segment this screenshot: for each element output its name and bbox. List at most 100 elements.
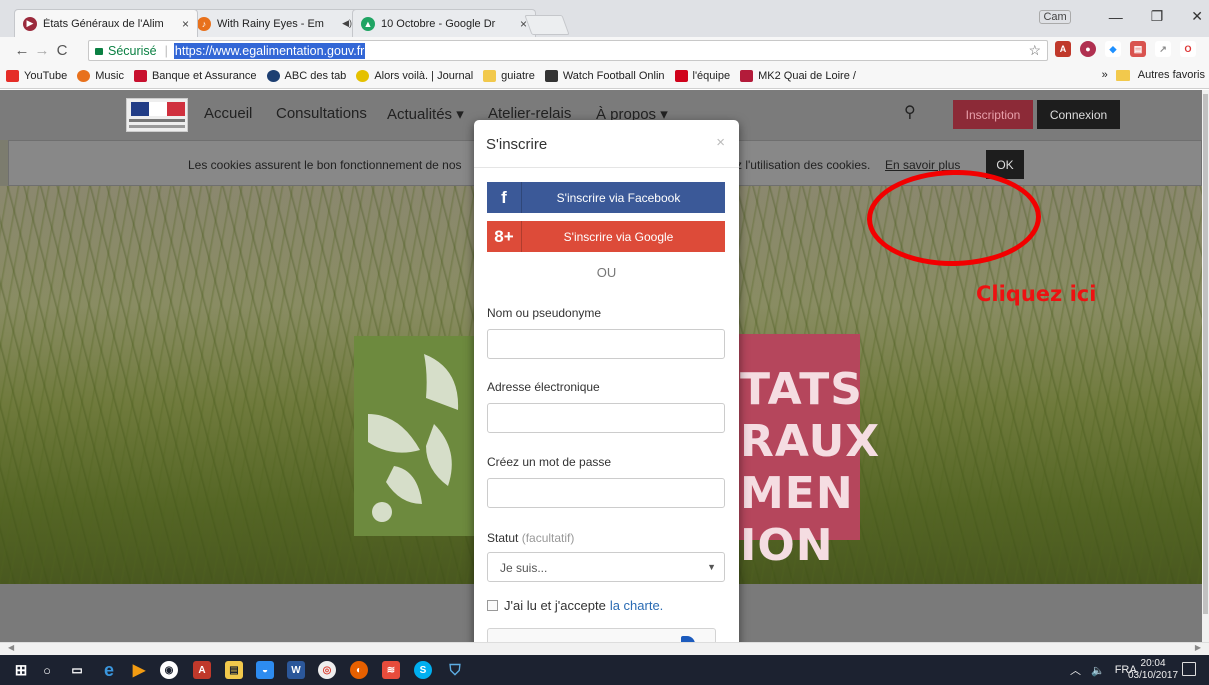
bookmark-mk2[interactable]: MK2 Quai de Loire / [740, 70, 856, 82]
url-text[interactable]: https://www.egalimentation.gouv.fr [173, 42, 366, 59]
droplet-icon[interactable]: ◆ [1105, 41, 1121, 57]
nav-accueil[interactable]: Accueil [204, 105, 252, 122]
status-optional: (facultatif) [521, 531, 575, 545]
reload-icon[interactable]: C [52, 42, 72, 59]
restore-icon[interactable]: ❐ [1151, 8, 1164, 25]
clock-date: 03/10/2017 [1128, 670, 1179, 681]
back-icon[interactable]: ← [12, 42, 32, 59]
tab-title: 10 Octobre - Google Dr [381, 17, 496, 30]
bookmark-alors-voila[interactable]: Alors voilà. | Journal [356, 70, 473, 82]
terms-text: J'ai lu et j'accepte [504, 598, 606, 613]
tab-egalimentation[interactable]: ▶ États Généraux de l'Alim × [14, 9, 198, 37]
chevron-up-icon[interactable]: ︿ [1070, 662, 1081, 678]
clock[interactable]: 20:04 03/10/2017 [1128, 658, 1178, 682]
cookie-text: Les cookies assurent le bon fonctionneme… [188, 158, 462, 172]
scroll-left-icon[interactable]: ◀ [8, 643, 14, 652]
forward-icon[interactable]: → [32, 42, 52, 59]
extension-badge-icon[interactable]: ▤ [1130, 41, 1146, 57]
charte-link[interactable]: la charte. [610, 598, 663, 613]
bookmark-music[interactable]: Music [77, 70, 124, 82]
password-input[interactable] [487, 478, 725, 508]
acrobat-icon[interactable]: A [193, 661, 211, 679]
tab-google-drive[interactable]: ▲ 10 Octobre - Google Dr × [352, 9, 536, 37]
inscription-button[interactable]: Inscription [953, 100, 1033, 129]
volume-icon[interactable]: 🔈 [1091, 664, 1105, 677]
other-bookmarks[interactable]: Autres favoris [1138, 69, 1205, 81]
email-label: Adresse électronique [487, 380, 600, 394]
extension-arrow-icon[interactable]: ↗ [1155, 41, 1171, 57]
windows-start-icon[interactable]: ⊞ [12, 661, 30, 679]
separator: | [164, 43, 168, 58]
bookmark-guiatre[interactable]: guiatre [483, 70, 535, 82]
minimize-icon[interactable]: — [1109, 9, 1123, 25]
word-icon[interactable]: W [287, 661, 305, 679]
music-icon [77, 70, 91, 82]
messenger-icon[interactable]: ◒ [256, 661, 274, 679]
terms-checkbox[interactable] [487, 600, 498, 611]
close-tab-icon[interactable]: × [182, 17, 189, 31]
app-icon[interactable]: ◉ [160, 661, 178, 679]
football-icon [544, 70, 558, 82]
name-input[interactable] [487, 329, 725, 359]
bookmark-lequipe[interactable]: l'équipe [674, 70, 730, 82]
bookmark-football[interactable]: Watch Football Onlin [544, 70, 665, 82]
status-select[interactable]: Je suis... ▼ [487, 552, 725, 582]
file-explorer-icon[interactable]: ▤ [225, 661, 243, 679]
chevron-down-icon: ▼ [707, 562, 716, 572]
status-selected-value: Je suis... [500, 561, 548, 575]
extension-icon[interactable]: ● [1080, 41, 1096, 57]
mk2-icon [740, 70, 754, 82]
opera-icon[interactable]: O [1180, 41, 1196, 57]
adblock-icon[interactable]: A [1055, 41, 1071, 57]
web-page: TATS RAUX MEN ION Accueil Consultations … [0, 90, 1202, 642]
bookmarks-overflow-button[interactable]: » [1102, 69, 1108, 81]
scrollbar-thumb[interactable] [1203, 94, 1208, 614]
skype-icon[interactable]: S [414, 661, 432, 679]
scroll-right-icon[interactable]: ▶ [1195, 643, 1201, 652]
tab-title: États Généraux de l'Alim [43, 17, 164, 30]
windows-taskbar: ⊞ ○ ▭ e ▶ ◉ A ▤ ◒ W ◎ ◐ ≋ S ⛉ ︿ 🔈 FRA 20… [0, 655, 1209, 685]
bank-icon [133, 70, 147, 82]
recaptcha-widget[interactable] [487, 628, 716, 642]
shield-icon[interactable]: ⛉ [446, 661, 464, 679]
abc-icon [266, 70, 280, 82]
bookmark-banque[interactable]: Banque et Assurance [133, 70, 257, 82]
app-stack-icon[interactable]: ≋ [382, 661, 400, 679]
notification-icon[interactable] [1182, 662, 1196, 676]
close-icon[interactable]: × [716, 134, 725, 151]
google-drive-icon: ▲ [361, 16, 375, 31]
profile-button[interactable]: Cam [1039, 9, 1071, 24]
bookmarks-right: » Autres favoris [1095, 69, 1205, 81]
nav-actualites[interactable]: Actualités ▾ [387, 105, 464, 123]
new-tab-button[interactable] [524, 15, 570, 35]
journal-icon [356, 70, 370, 82]
search-icon[interactable]: ○ [38, 661, 56, 679]
clock-time: 20:04 [1140, 658, 1166, 669]
browser-toolbar: ← → C Sécurisé | https://www.egalimentat… [0, 37, 1209, 64]
tab-rainy-eyes[interactable]: ♪ With Rainy Eyes - Em ◀) × [188, 9, 372, 37]
facebook-signup-button[interactable]: f S'inscrire via Facebook [487, 182, 725, 213]
bookmark-youtube[interactable]: YouTube [6, 70, 67, 82]
horizontal-scrollbar[interactable]: ◀ ▶ [0, 642, 1209, 655]
firefox-icon[interactable]: ◐ [350, 661, 368, 679]
republique-francaise-logo[interactable] [126, 98, 188, 132]
vertical-scrollbar[interactable] [1202, 90, 1209, 642]
media-player-icon[interactable]: ▶ [130, 661, 148, 679]
task-view-icon[interactable]: ▭ [68, 661, 86, 679]
email-input[interactable] [487, 403, 725, 433]
google-signup-button[interactable]: 8+ S'inscrire via Google [487, 221, 725, 252]
nav-consultations[interactable]: Consultations [276, 105, 367, 122]
google-plus-icon: 8+ [487, 221, 522, 252]
google-signup-label: S'inscrire via Google [563, 229, 674, 244]
bookmark-star-icon[interactable]: ☆ [1028, 42, 1041, 59]
chrome-icon[interactable]: ◎ [318, 661, 336, 679]
connexion-button[interactable]: Connexion [1037, 100, 1120, 129]
address-bar[interactable]: Sécurisé | https://www.egalimentation.go… [88, 40, 1048, 61]
close-window-icon[interactable]: ✕ [1191, 8, 1203, 25]
folder-icon [1115, 69, 1130, 81]
lequipe-icon [674, 70, 688, 82]
edge-icon[interactable]: e [100, 660, 118, 680]
bookmark-abc[interactable]: ABC des tab [266, 70, 346, 82]
search-icon[interactable]: ⚲ [904, 102, 916, 122]
youtube-icon [6, 70, 19, 82]
